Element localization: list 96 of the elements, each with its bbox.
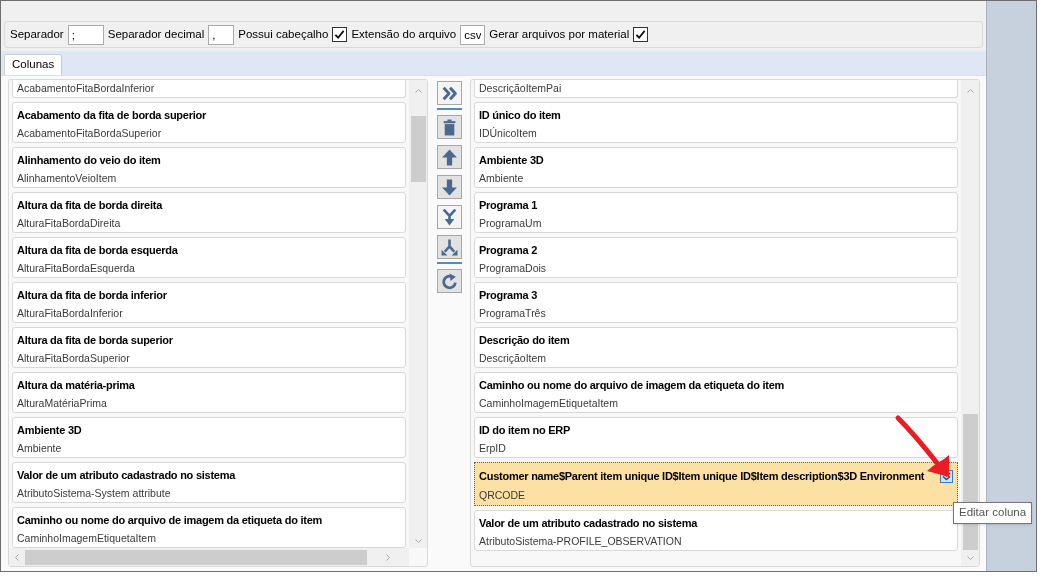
column-item[interactable]: Ambiente 3D Ambiente: [12, 417, 406, 458]
column-field-name: AlturaMatériaPrima: [17, 396, 108, 411]
split-arrow-icon: [441, 238, 458, 256]
column-item[interactable]: Altura da fita de borda superior AlturaFitaBordaSuperior: [12, 327, 406, 368]
scroll-thumb[interactable]: [25, 549, 367, 565]
column-title: Ambiente 3D: [479, 153, 544, 168]
column-title: ID do item no ERP: [479, 423, 571, 438]
column-field-name: ErpID: [479, 441, 507, 456]
column-title: Valor de um atributo cadastrado no sistema: [17, 468, 236, 483]
column-title: Altura da fita de borda inferior: [17, 288, 167, 303]
column-title: Ambiente 3D: [17, 423, 82, 438]
arrow-down-icon: [441, 178, 458, 196]
column-field-name: AtributoSistema-System attribute: [17, 486, 172, 501]
column-item[interactable]: Caminho ou nome do arquivo de imagem da etiqueta do item CaminhoImagemEtiquetaItem: [12, 507, 406, 548]
column-field-name: AlinhamentoVeioItem: [17, 171, 118, 186]
column-field-name: IDÚnicoItem: [479, 126, 538, 141]
move-down-button[interactable]: [437, 175, 462, 199]
refresh-icon: [441, 272, 458, 290]
checkbox[interactable]: [332, 27, 348, 42]
column-field-name: ProgramaDois: [479, 261, 548, 276]
column-item[interactable]: Programa 3 ProgramaTrês: [474, 282, 958, 323]
refresh-button[interactable]: [437, 269, 462, 293]
field-label: Separador: [10, 26, 64, 42]
column-title: Altura da fita de borda esquerda: [17, 243, 178, 258]
column-title: Caminho ou nome do arquivo de imagem da etiqueta do item: [17, 513, 323, 528]
column-item[interactable]: Valor de um atributo cadastrado no sistema AtributoSistema-PROFILE_OBSERVATION: [474, 510, 958, 551]
text-field[interactable]: ,: [208, 24, 235, 45]
tab[interactable]: Colunas: [4, 54, 63, 75]
field-label: Separador decimal: [107, 26, 205, 42]
column-field-name: AlturaFitaBordaSuperior: [17, 351, 131, 366]
column-field-name: AcabamentoFitaBordaSuperior: [17, 126, 163, 141]
checkbox[interactable]: [633, 27, 649, 42]
column-field-name: AlturaFitaBordaEsquerda: [17, 261, 136, 276]
column-field-name: Ambiente: [17, 441, 63, 456]
trash-icon: [441, 118, 458, 136]
text-field[interactable]: ;: [67, 24, 104, 45]
column-item[interactable]: AcabamentoFitaBordaInferior: [12, 80, 406, 98]
column-item[interactable]: Altura da matéria-prima AlturaMatériaPrima: [12, 372, 406, 413]
column-title: Altura da matéria-prima: [17, 378, 135, 393]
chevrons-right-icon: [441, 84, 458, 102]
column-title: Altura da fita de borda direita: [17, 198, 163, 213]
column-title: Caminho ou nome do arquivo de imagem da etiqueta do item: [479, 378, 785, 393]
column-item[interactable]: Acabamento da fita de borda superior AcabamentoFitaBordaSuperior: [12, 102, 406, 143]
column-title: Acabamento da fita de borda superior: [17, 108, 207, 123]
column-item[interactable]: Programa 2 ProgramaDois: [474, 237, 958, 278]
column-item[interactable]: Customer name$Parent item unique ID$Item unique ID$Item description$3D Environment QRCODE: [474, 462, 958, 506]
column-title: Programa 2: [479, 243, 538, 258]
column-field-name: CaminhoImagemEtiquetaItem: [17, 531, 157, 546]
column-item[interactable]: Alinhamento do veio do item AlinhamentoVeioItem: [12, 147, 406, 188]
column-item[interactable]: Caminho ou nome do arquivo de imagem da etiqueta do item CaminhoImagemEtiquetaItem: [474, 372, 958, 413]
column-item[interactable]: Programa 1 ProgramaUm: [474, 192, 958, 233]
column-item[interactable]: Altura da fita de borda esquerda AlturaFitaBordaEsquerda: [12, 237, 406, 278]
arrow-up-icon: [441, 148, 458, 166]
split-button[interactable]: [437, 235, 462, 259]
column-title: Programa 3: [479, 288, 538, 303]
horizontal-scrollbar[interactable]: [9, 548, 409, 566]
column-title: Alinhamento do veio do item: [17, 153, 161, 168]
merge-button[interactable]: [437, 205, 462, 229]
text-field[interactable]: csv: [460, 24, 486, 45]
column-title: Descrição do item: [479, 333, 570, 348]
column-field-name: ProgramaUm: [479, 216, 543, 231]
column-item[interactable]: DescriçãoItemPai: [474, 80, 958, 98]
move-up-button[interactable]: [437, 145, 462, 169]
merge-arrow-icon: [441, 208, 458, 226]
column-item[interactable]: Ambiente 3D Ambiente: [474, 147, 958, 188]
column-title: Programa 1: [479, 198, 538, 213]
column-field-name: AlturaFitaBordaInferior: [17, 306, 124, 321]
column-title: ID único do item: [479, 108, 561, 123]
column-title: Customer name$Parent item unique ID$Item unique ID$Item description$3D Environment: [479, 469, 925, 484]
column-field-name: Ambiente: [479, 171, 525, 186]
column-field-name: AtributoSistema-PROFILE_OBSERVATION: [479, 534, 683, 549]
column-field-name: DescriçãoItemPai: [479, 81, 563, 96]
checkmark-icon: [635, 29, 647, 40]
column-field-name: AcabamentoFitaBordaInferior: [17, 81, 156, 96]
column-field-name: AlturaFitaBordaDireita: [17, 216, 122, 231]
column-field-name: CaminhoImagemEtiquetaItem: [479, 396, 619, 411]
column-item[interactable]: ID do item no ERP ErpID: [474, 417, 958, 458]
column-title: Valor de um atributo cadastrado no sistema: [479, 516, 698, 531]
column-item[interactable]: Altura da fita de borda inferior AlturaFitaBordaInferior: [12, 282, 406, 323]
column-item[interactable]: Descrição do item DescriçãoItem: [474, 327, 958, 368]
field-label: Gerar arquivos por material: [489, 26, 630, 42]
column-field-name: ProgramaTrês: [479, 306, 547, 321]
column-title: Altura da fita de borda superior: [17, 333, 173, 348]
vertical-scrollbar[interactable]: [409, 80, 427, 548]
column-field-name: DescriçãoItem: [479, 351, 548, 366]
move-all-right-button[interactable]: [437, 81, 462, 105]
scroll-thumb[interactable]: [410, 116, 426, 182]
field-label: Possui cabeçalho: [238, 26, 329, 42]
field-label: Extensão do arquivo: [351, 26, 457, 42]
column-field-name: QRCODE: [479, 488, 527, 503]
tooltip: Editar coluna: [953, 502, 1033, 524]
column-item[interactable]: Valor de um atributo cadastrado no sistema AtributoSistema-System attribute: [12, 462, 406, 503]
column-item[interactable]: Altura da fita de borda direita AlturaFitaBordaDireita: [12, 192, 406, 233]
checkmark-icon: [334, 29, 346, 40]
delete-button[interactable]: [437, 115, 462, 139]
column-item[interactable]: ID único do item IDÚnicoItem: [474, 102, 958, 143]
